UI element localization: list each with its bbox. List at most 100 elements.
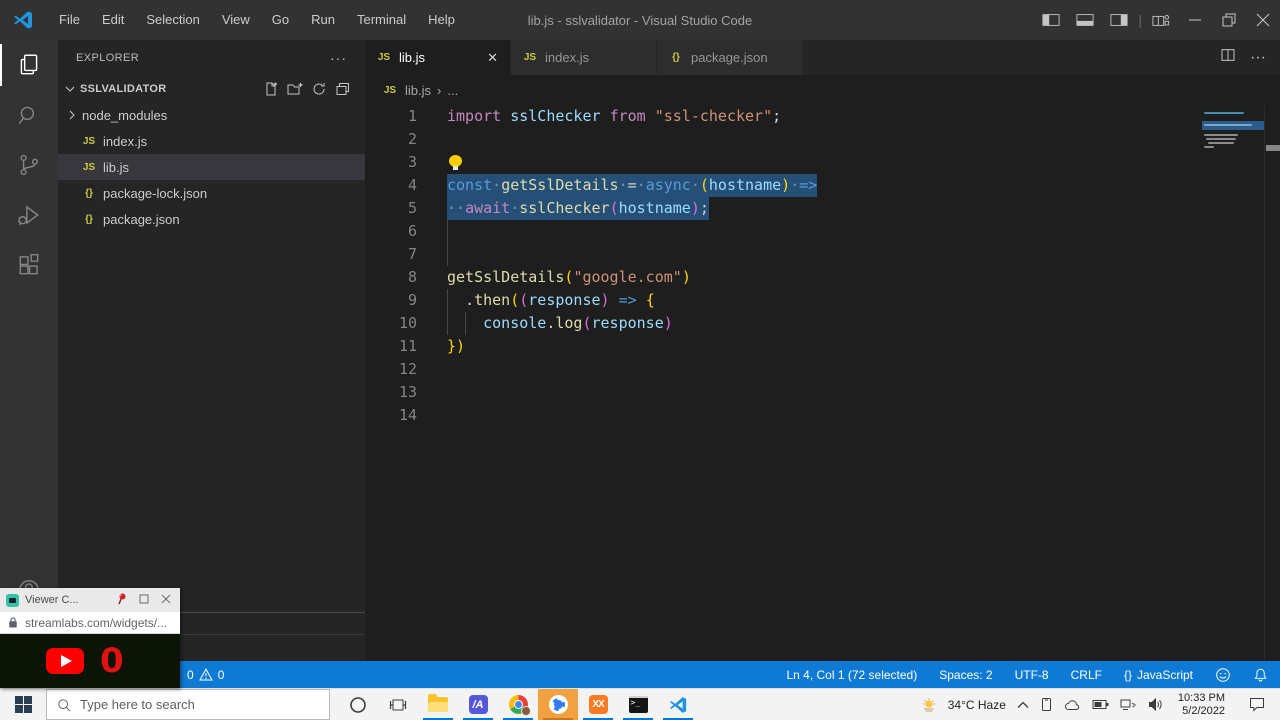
more-actions-icon[interactable]: ··· — [1250, 49, 1266, 67]
customize-layout-icon[interactable] — [1144, 0, 1178, 40]
taskbar-search[interactable]: Type here to search — [46, 689, 330, 720]
scrollbar-mark[interactable] — [1266, 145, 1280, 151]
chrome-icon[interactable] — [498, 689, 538, 720]
overlay-maximize-icon[interactable] — [136, 594, 152, 607]
code-line-12[interactable]: 12 — [365, 358, 1280, 381]
code-line-10[interactable]: 10 console.log(response) — [365, 312, 1280, 335]
collapse-folders-icon[interactable] — [335, 81, 351, 97]
pin-icon[interactable] — [114, 592, 130, 609]
battery-icon[interactable] — [1092, 699, 1109, 710]
tree-item-lib-js[interactable]: JS lib.js — [58, 154, 365, 180]
vscode-taskbar-icon[interactable] — [658, 689, 698, 720]
onedrive-cloud-icon[interactable] — [1064, 699, 1081, 711]
tray-expand-chevron-icon[interactable] — [1017, 701, 1029, 709]
menu-view[interactable]: View — [211, 0, 261, 40]
minimap-line — [1204, 124, 1252, 126]
volume-icon[interactable] — [1148, 698, 1163, 711]
code-line-6[interactable]: 6 — [365, 220, 1280, 243]
activity-bar — [0, 40, 58, 661]
folder-section-sslvalidator[interactable]: SSLVALIDATOR — [58, 76, 365, 102]
restore-button[interactable] — [1212, 0, 1246, 40]
minimize-button[interactable] — [1178, 0, 1212, 40]
tree-item-label: index.js — [103, 134, 147, 149]
viewer-count-window[interactable]: Viewer C... streamlabs.com/widgets/... 0 — [0, 588, 180, 688]
explorer-icon[interactable] — [0, 40, 58, 90]
purple-app-icon[interactable]: /A — [458, 689, 498, 720]
menu-go[interactable]: Go — [261, 0, 300, 40]
task-view-icon[interactable] — [378, 689, 418, 720]
menu-terminal[interactable]: Terminal — [346, 0, 417, 40]
toggle-panel-icon[interactable] — [1068, 0, 1102, 40]
code-line-5[interactable]: 5··await·sslChecker(hostname); — [365, 197, 1280, 220]
phone-link-icon[interactable] — [1040, 697, 1053, 712]
tab-package-json[interactable]: {} package.json — [657, 40, 803, 75]
code-line-13[interactable]: 13 — [365, 381, 1280, 404]
menu-run[interactable]: Run — [300, 0, 346, 40]
toggle-sidebar-icon[interactable] — [1034, 0, 1068, 40]
new-file-icon[interactable] — [263, 81, 279, 97]
language-mode[interactable]: {} JavaScript — [1124, 668, 1193, 682]
eol-sequence[interactable]: CRLF — [1071, 668, 1102, 682]
code-line-14[interactable]: 14 — [365, 404, 1280, 427]
windows-logo-icon — [15, 696, 32, 713]
minimap[interactable] — [1202, 105, 1264, 661]
tree-item-package-json[interactable]: {} package.json — [58, 206, 365, 232]
search-icon[interactable] — [0, 90, 58, 140]
cursor-position[interactable]: Ln 4, Col 1 (72 selected) — [786, 668, 917, 682]
file-explorer-icon[interactable] — [418, 689, 458, 720]
breadcrumb: JS lib.js › ... — [365, 75, 1280, 105]
viewer-count-titlebar[interactable]: Viewer C... — [0, 588, 180, 612]
new-folder-icon[interactable] — [287, 81, 303, 97]
weather-icon[interactable] — [921, 697, 937, 713]
toggle-secondary-sidebar-icon[interactable] — [1102, 0, 1136, 40]
viewer-count-app-icon — [6, 594, 19, 607]
command-prompt-icon[interactable]: >_ — [618, 689, 658, 720]
code-line-3[interactable]: 3 — [365, 151, 1280, 174]
overlay-close-icon[interactable] — [158, 594, 174, 607]
code-token — [447, 291, 465, 309]
extensions-icon[interactable] — [0, 240, 58, 290]
tree-item-node-modules[interactable]: node_modules — [58, 102, 365, 128]
viewer-count-urlbar[interactable]: streamlabs.com/widgets/... — [0, 612, 180, 634]
code-editor[interactable]: 1import sslChecker from "ssl-checker";23… — [365, 105, 1280, 661]
breadcrumb-ellipsis[interactable]: ... — [447, 83, 458, 98]
breadcrumb-file[interactable]: lib.js — [405, 83, 431, 98]
network-icon[interactable] — [1120, 698, 1137, 711]
feedback-icon[interactable] — [1215, 667, 1231, 683]
refresh-icon[interactable] — [311, 81, 327, 97]
code-line-8[interactable]: 8getSslDetails("google.com") — [365, 266, 1280, 289]
code-line-4[interactable]: 4const·getSslDetails·=·async·(hostname)·… — [365, 174, 1280, 197]
tab-lib-js[interactable]: JS lib.js ✕ — [365, 40, 511, 75]
taskbar-clock[interactable]: 10:33 PM 5/2/2022 — [1174, 692, 1229, 718]
problems-indicator[interactable]: 0 0 — [187, 668, 224, 682]
menu-selection[interactable]: Selection — [135, 0, 210, 40]
close-tab-icon[interactable]: ✕ — [485, 50, 500, 66]
lightbulb-icon[interactable] — [449, 155, 462, 170]
split-editor-icon[interactable] — [1220, 47, 1236, 68]
code-line-9[interactable]: 9 .then((response) => { — [365, 289, 1280, 312]
cortana-icon[interactable] — [338, 689, 378, 720]
weather-text[interactable]: 34°C Haze — [948, 698, 1006, 712]
action-center-icon[interactable] — [1240, 697, 1274, 712]
close-button[interactable] — [1246, 0, 1280, 40]
encoding[interactable]: UTF-8 — [1015, 668, 1049, 682]
menu-edit[interactable]: Edit — [91, 0, 135, 40]
start-button[interactable] — [0, 689, 46, 720]
code-line-11[interactable]: 11}) — [365, 335, 1280, 358]
streamlabs-icon[interactable] — [538, 689, 578, 720]
xampp-icon[interactable]: XX — [578, 689, 618, 720]
source-control-icon[interactable] — [0, 140, 58, 190]
code-line-1[interactable]: 1import sslChecker from "ssl-checker"; — [365, 105, 1280, 128]
code-token: · — [492, 176, 501, 194]
run-debug-icon[interactable] — [0, 190, 58, 240]
tree-item-index-js[interactable]: JS index.js — [58, 128, 365, 154]
indentation[interactable]: Spaces: 2 — [939, 668, 992, 682]
code-line-2[interactable]: 2 — [365, 128, 1280, 151]
menu-file[interactable]: File — [48, 0, 91, 40]
tab-index-js[interactable]: JS index.js — [511, 40, 657, 75]
code-line-7[interactable]: 7 — [365, 243, 1280, 266]
menu-help[interactable]: Help — [417, 0, 466, 40]
notifications-bell-icon[interactable] — [1253, 667, 1268, 683]
explorer-more-actions-icon[interactable]: ··· — [330, 50, 347, 66]
tree-item-package-lock-json[interactable]: {} package-lock.json — [58, 180, 365, 206]
